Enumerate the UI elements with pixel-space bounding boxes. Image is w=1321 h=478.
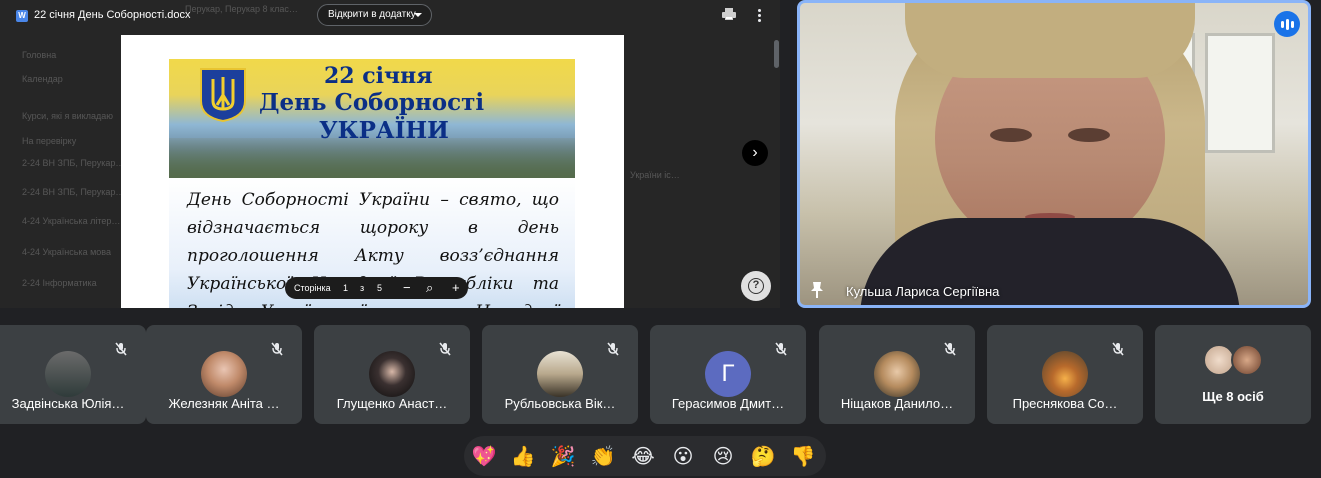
participant-tile[interactable]: Задвінська Юлія…	[0, 325, 146, 424]
party-popper-icon[interactable]: 🎉	[550, 443, 576, 469]
participant-name: Герасимов Дмит…	[671, 396, 785, 411]
banner-date: 22 січня	[324, 63, 433, 89]
next-page-button[interactable]: ›	[742, 140, 768, 166]
zoom-out-icon[interactable]: −	[403, 280, 411, 295]
doc-toolbar: W 22 січня День Соборності.docx Відкрити…	[0, 0, 780, 30]
ghost-item: 4-24 Українська мова	[22, 247, 111, 257]
participant-tile[interactable]: Железняк Аніта …	[146, 325, 302, 424]
mic-off-icon	[1112, 342, 1124, 356]
unity-day-banner: 22 січня День Соборності УКРАЇНИ	[169, 59, 575, 178]
speaker-eye	[990, 128, 1032, 142]
speaker-bangs	[905, 3, 1195, 78]
participant-tile[interactable]: Г Герасимов Дмит…	[650, 325, 806, 424]
presentation-tile[interactable]: Головна Календар Курси, які я викладаю Н…	[0, 0, 780, 308]
avatar-initial: Г	[705, 351, 751, 397]
ghost-item: Курси, які я викладаю	[22, 111, 113, 121]
speaker-tile[interactable]: Кульша Лариса Сергіївна	[797, 0, 1311, 308]
page-label: Сторінка	[294, 283, 331, 293]
mic-off-icon	[271, 342, 283, 356]
coat-of-arms-icon	[200, 68, 246, 123]
participant-tile[interactable]: Преснякова Со…	[987, 325, 1143, 424]
crying-face-icon[interactable]: 😢	[710, 443, 736, 469]
surprised-face-icon[interactable]: 😮	[670, 443, 696, 469]
reactions-bar: 💖 👍 🎉 👏 😂 😮 😢 🤔 👎	[464, 436, 826, 476]
participant-name: Глущенко Анаст…	[336, 396, 448, 411]
open-in-app-label: Відкрити в додатку	[328, 9, 416, 20]
tears-of-joy-icon[interactable]: 😂	[630, 443, 656, 469]
meet-stage: Головна Календар Курси, які я викладаю Н…	[0, 0, 1321, 478]
speaker-video	[800, 3, 1308, 305]
pinned-icon[interactable]	[810, 281, 824, 299]
speaker-name: Кульша Лариса Сергіївна	[846, 284, 1000, 299]
avatar	[369, 351, 415, 397]
ghost-item: України іс…	[630, 170, 680, 180]
help-icon: ?	[748, 278, 764, 294]
avatar	[874, 351, 920, 397]
participant-name: Ніщаков Данило…	[840, 396, 954, 411]
page-controls: Сторінка 1 з 5 − ⌕ +	[285, 277, 468, 299]
thumbs-up-icon[interactable]: 👍	[510, 443, 536, 469]
participant-tile[interactable]: Рубльовська Вік…	[482, 325, 638, 424]
thumbs-down-icon[interactable]: 👎	[790, 443, 816, 469]
speaking-indicator-icon	[1274, 11, 1300, 37]
participant-name: Преснякова Со…	[1012, 396, 1118, 411]
more-vert-icon[interactable]	[755, 8, 763, 22]
doc-scrollbar[interactable]	[774, 40, 779, 68]
avatar	[201, 351, 247, 397]
page-of: з	[360, 283, 365, 293]
chevron-right-icon: ›	[752, 144, 758, 161]
page-current[interactable]: 1	[343, 283, 348, 293]
mic-off-icon	[775, 342, 787, 356]
sparkling-heart-icon[interactable]: 💖	[471, 443, 497, 469]
avatar	[537, 351, 583, 397]
participant-name: Задвінська Юлія…	[11, 396, 125, 411]
participant-name: Железняк Аніта …	[168, 396, 280, 411]
ghost-item: 2-24 Інформатика	[22, 278, 97, 288]
ghost-item: Головна	[22, 50, 57, 60]
ghost-item: 2-24 ВН ЗПБ, Перукар…	[22, 158, 125, 168]
zoom-in-icon[interactable]: +	[452, 280, 460, 295]
print-icon[interactable]	[722, 8, 736, 20]
page-total: 5	[377, 283, 383, 293]
participant-name: Рубльовська Вік…	[504, 396, 616, 411]
banner-title: День Соборності	[259, 89, 485, 116]
background-window	[1205, 33, 1275, 153]
ghost-item: 4-24 Українська літер…	[22, 216, 121, 226]
ghost-item: 2-24 ВН ЗПБ, Перукар…	[22, 187, 125, 197]
thinking-face-icon[interactable]: 🤔	[750, 443, 776, 469]
chevron-down-icon	[414, 13, 422, 17]
help-button[interactable]: ?	[741, 271, 771, 301]
mic-off-icon	[439, 342, 451, 356]
more-participants-tile[interactable]: Ще 8 осіб	[1155, 325, 1311, 424]
document-page: 22 січня День Соборності УКРАЇНИ День Со…	[121, 35, 624, 308]
open-in-app-button[interactable]: Відкрити в додатку	[317, 4, 432, 26]
clapping-hands-icon[interactable]: 👏	[590, 443, 616, 469]
word-doc-icon: W	[16, 10, 28, 22]
avatar	[1042, 351, 1088, 397]
avatar	[1231, 344, 1263, 376]
zoom-search-icon[interactable]: ⌕	[426, 280, 433, 296]
participant-tile[interactable]: Ніщаков Данило…	[819, 325, 975, 424]
speaker-eye	[1068, 128, 1110, 142]
mic-off-icon	[607, 342, 619, 356]
mic-off-icon	[115, 342, 127, 356]
avatar	[45, 351, 91, 397]
banner-country: УКРАЇНИ	[319, 117, 449, 144]
ghost-item: На перевірку	[22, 136, 77, 146]
participant-tile[interactable]: Глущенко Анаст…	[314, 325, 470, 424]
ghost-item: Календар	[22, 74, 63, 84]
doc-title: 22 січня День Соборності.docx	[34, 9, 191, 21]
more-participants-label: Ще 8 осіб	[1202, 389, 1264, 404]
mic-off-icon	[944, 342, 956, 356]
city-panorama	[169, 138, 575, 178]
